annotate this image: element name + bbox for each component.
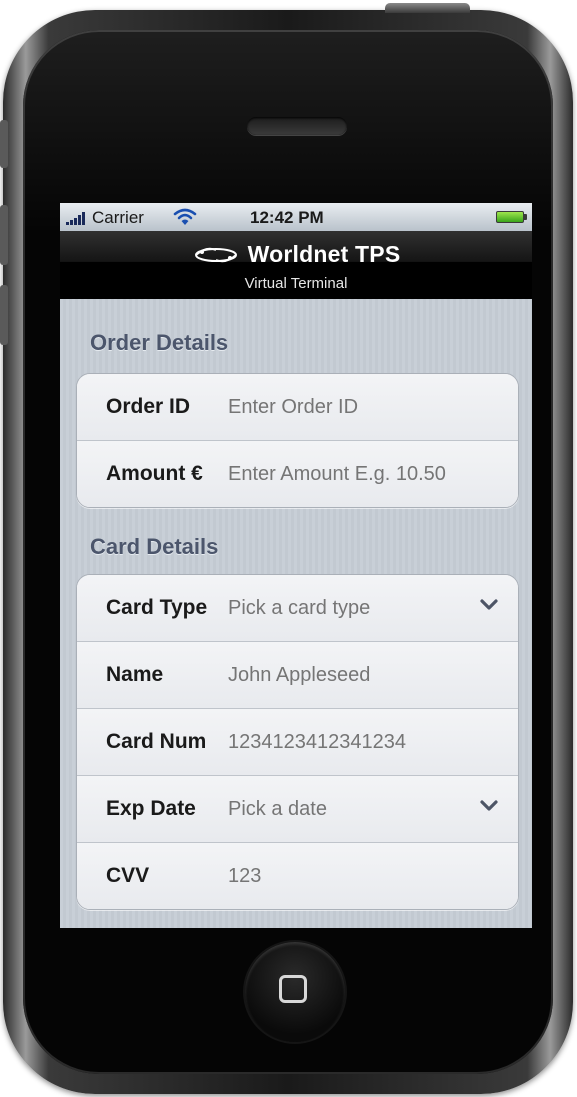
chevron-down-icon[interactable] [479,799,499,813]
card-details-header: Card Details [90,534,219,559]
home-button[interactable] [245,942,345,1042]
exp-date-label: Exp Date [106,797,196,820]
order-id-label: Order ID [106,395,191,418]
volume-down-button[interactable] [0,285,8,345]
amount-row[interactable]: Amount € [77,441,518,507]
cvv-label: CVV [106,864,150,887]
card-num-row[interactable]: Card Num [77,709,518,776]
logo-row: Worldnet TPS [60,241,532,268]
chevron-down-icon[interactable] [479,598,499,612]
nav-bar: Worldnet TPS Virtual Terminal [60,231,532,299]
wifi-icon [173,208,197,225]
app-title: Worldnet TPS [247,241,401,267]
exp-date-row[interactable]: Exp Date [77,776,518,843]
name-input[interactable] [228,664,498,687]
power-button[interactable] [385,3,470,13]
carrier-name: Carrier [92,208,144,227]
amount-label: Amount € [106,462,203,485]
signal-icon [66,211,85,225]
order-details-group: Order ID Amount € [76,373,519,508]
battery-tip [524,214,527,220]
app-subtitle: Virtual Terminal [244,275,348,292]
order-details-header: Order Details [90,330,229,355]
order-id-row[interactable]: Order ID [77,374,518,441]
battery-icon [496,211,524,223]
name-label: Name [106,663,164,686]
card-type-label: Card Type [106,596,208,619]
card-num-label: Card Num [106,730,207,753]
name-row[interactable]: Name [77,642,518,709]
worldnet-logo-icon [194,247,237,262]
cvv-input[interactable] [228,865,498,888]
card-num-input[interactable] [228,731,498,754]
home-button-icon [279,975,307,1003]
card-details-group: Card Type Name Card Num Exp Date CVV [76,574,519,910]
earpiece-speaker [247,117,347,135]
exp-date-picker[interactable] [228,798,498,821]
app-screen: Carrier 12:42 PM Worldnet TPS Virtual Te… [60,203,532,928]
status-time: 12:42 PM [250,208,324,227]
status-bar: Carrier 12:42 PM [60,203,532,231]
cvv-row[interactable]: CVV [77,843,518,909]
card-type-row[interactable]: Card Type [77,575,518,642]
amount-input[interactable] [228,463,498,486]
volume-up-button[interactable] [0,205,8,265]
order-id-input[interactable] [228,396,498,419]
card-type-picker[interactable] [228,597,498,620]
mute-switch[interactable] [0,120,8,168]
